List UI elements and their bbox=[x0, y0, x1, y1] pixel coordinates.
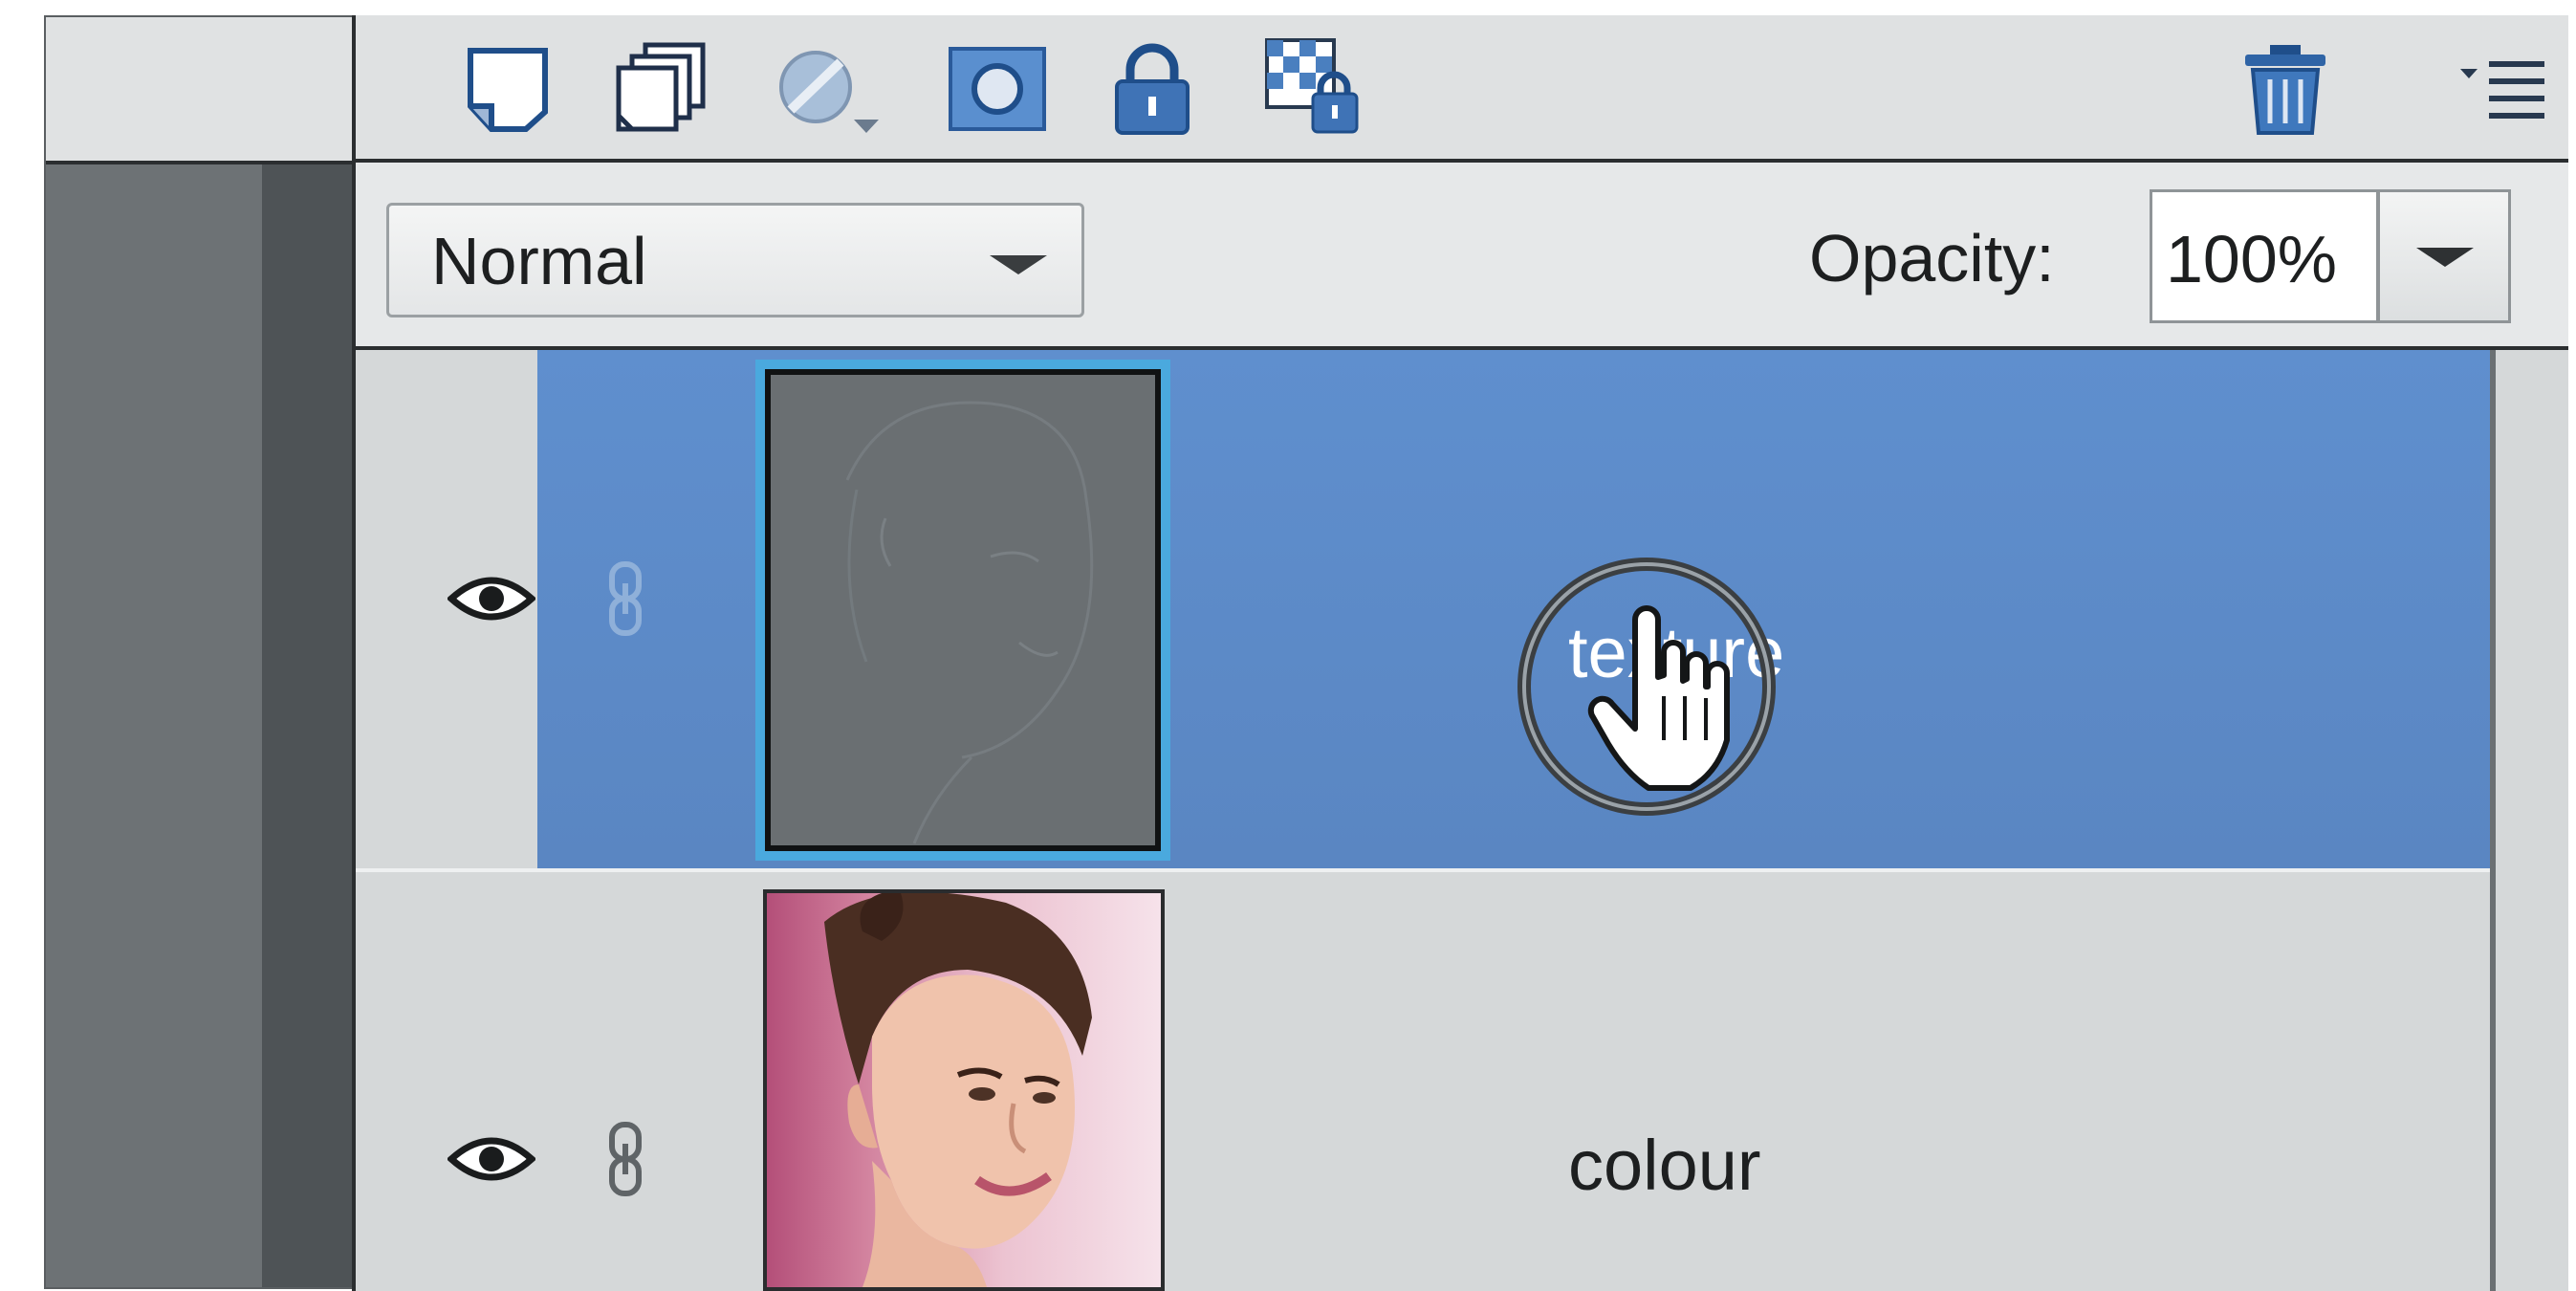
lock-all-icon[interactable] bbox=[1100, 36, 1205, 142]
layers-toolbar bbox=[356, 15, 2568, 159]
layer-mask-icon[interactable] bbox=[935, 36, 1059, 142]
hand-cursor-icon bbox=[1513, 553, 1780, 825]
layer-thumbnail-texture[interactable] bbox=[755, 360, 1170, 861]
delete-layer-icon[interactable] bbox=[2228, 36, 2343, 142]
texture-thumbnail-image bbox=[765, 369, 1161, 851]
layer-thumbnail-colour[interactable] bbox=[763, 889, 1165, 1291]
new-layer-icon[interactable] bbox=[451, 36, 566, 142]
chevron-down-icon bbox=[990, 255, 1047, 274]
portrait-thumbnail-image bbox=[824, 893, 1092, 1287]
panel-menu-icon[interactable] bbox=[2450, 36, 2555, 142]
opacity-label: Opacity: bbox=[1809, 221, 2055, 295]
layer-name-colour[interactable]: colour bbox=[1568, 1125, 1761, 1206]
layer-row-colour[interactable]: colour bbox=[356, 872, 2494, 1291]
scrollbar-edge bbox=[2490, 350, 2496, 1291]
lock-transparency-icon[interactable] bbox=[1258, 36, 1373, 142]
panel-content: Normal Opacity: 100% colour bbox=[44, 15, 2568, 1291]
layer-row-texture[interactable]: texture bbox=[356, 350, 2494, 868]
link-icon[interactable] bbox=[606, 560, 644, 642]
eye-icon[interactable] bbox=[446, 570, 537, 632]
scrollbar-track[interactable] bbox=[2494, 350, 2568, 1291]
chevron-down-icon bbox=[2416, 248, 2474, 267]
new-group-icon[interactable] bbox=[608, 36, 723, 142]
eye-icon[interactable] bbox=[446, 1130, 537, 1193]
opacity-value: 100% bbox=[2166, 222, 2338, 296]
blend-mode-dropdown[interactable]: Normal bbox=[386, 203, 1084, 317]
adjustment-layer-icon[interactable] bbox=[767, 36, 901, 142]
link-icon[interactable] bbox=[606, 1121, 644, 1202]
blend-mode-value: Normal bbox=[431, 224, 647, 298]
opacity-dropdown-button[interactable] bbox=[2377, 189, 2511, 323]
opacity-input[interactable]: 100% bbox=[2150, 189, 2379, 323]
